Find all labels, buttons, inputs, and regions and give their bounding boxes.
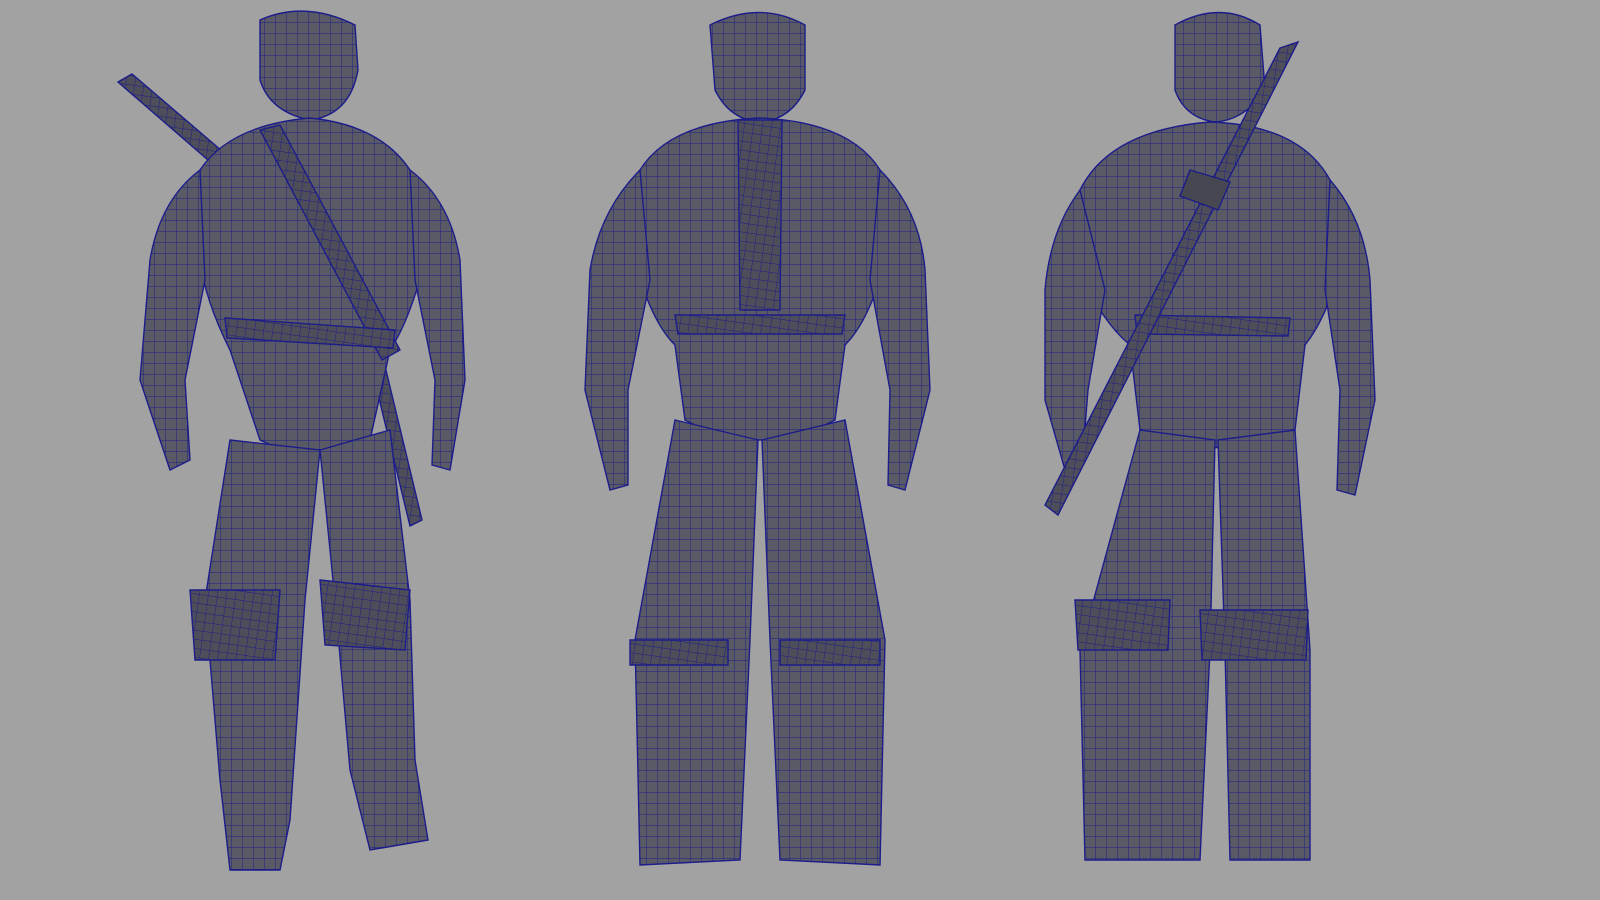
3d-viewport[interactable] xyxy=(0,0,1600,900)
character-mesh-front-three-quarter[interactable] xyxy=(110,0,490,900)
character-mesh-back[interactable] xyxy=(580,0,940,900)
character-mesh-back-three-quarter[interactable] xyxy=(1040,0,1400,900)
